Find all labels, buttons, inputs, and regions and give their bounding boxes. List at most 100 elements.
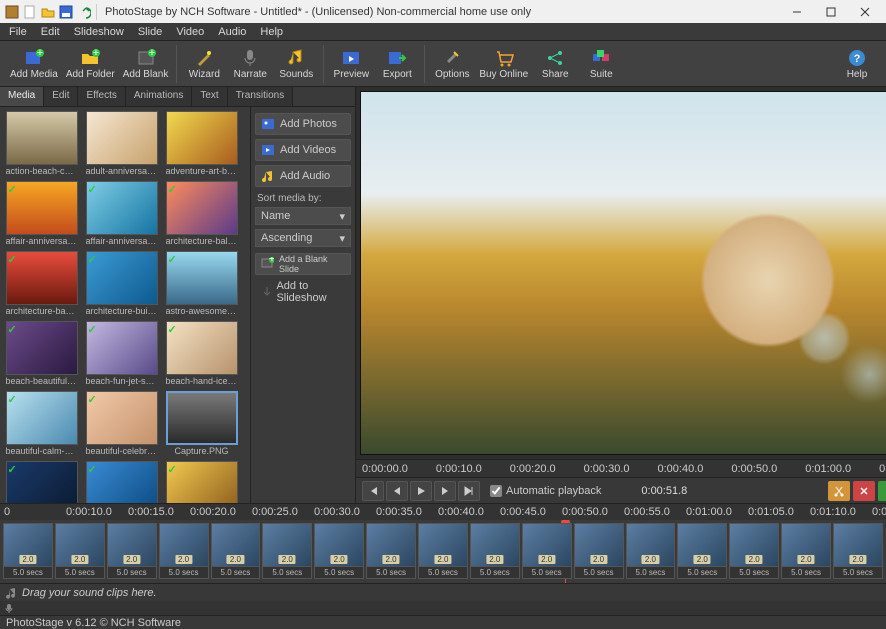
suite-button[interactable]: Suite xyxy=(578,43,624,85)
next-button[interactable] xyxy=(434,481,456,501)
timeline-clip[interactable]: 2.0 5.0 secs xyxy=(262,523,312,579)
media-thumbnail[interactable]: ✓beach-beautiful-bi... xyxy=(4,321,79,386)
media-thumbnail[interactable]: ✓architecture-ballo... xyxy=(164,181,239,246)
transition-tag[interactable]: 2.0 xyxy=(227,555,244,564)
sort-by-dropdown[interactable]: Name▾ xyxy=(255,207,351,225)
timeline-clip[interactable]: 2.0 5.0 secs xyxy=(522,523,572,579)
media-thumbnail[interactable]: adventure-art-ball... xyxy=(164,111,239,176)
menu-video[interactable]: Video xyxy=(169,24,211,40)
clip-duration[interactable]: 5.0 secs xyxy=(366,567,416,579)
timeline-ruler[interactable]: 00:00:10.00:00:15.00:00:20.00:00:25.00:0… xyxy=(0,504,886,520)
transition-tag[interactable]: 2.0 xyxy=(538,555,555,564)
transition-tag[interactable]: 2.0 xyxy=(383,555,400,564)
transition-tag[interactable]: 2.0 xyxy=(798,555,815,564)
tab-effects[interactable]: Effects xyxy=(78,87,125,106)
clip-duration[interactable]: 5.0 secs xyxy=(107,567,157,579)
transition-tag[interactable]: 2.0 xyxy=(434,555,451,564)
add-photos-button[interactable]: Add Photos xyxy=(255,113,351,135)
menu-slideshow[interactable]: Slideshow xyxy=(67,24,131,40)
timeline-clip[interactable]: 2.0 5.0 secs xyxy=(781,523,831,579)
delete-button[interactable] xyxy=(853,481,875,501)
menu-help[interactable]: Help xyxy=(253,24,290,40)
sounds-button[interactable]: Sounds xyxy=(273,43,319,85)
clip-duration[interactable]: 5.0 secs xyxy=(159,567,209,579)
clip-duration[interactable]: 5.0 secs xyxy=(262,567,312,579)
transition-tag[interactable]: 2.0 xyxy=(486,555,503,564)
media-thumbnail[interactable]: ✓architecture-barg... xyxy=(4,251,79,316)
transition-tag[interactable]: 2.0 xyxy=(590,555,607,564)
undo-icon[interactable] xyxy=(76,4,92,20)
skip-end-button[interactable] xyxy=(458,481,480,501)
clip-duration[interactable]: 5.0 secs xyxy=(781,567,831,579)
clip-duration[interactable]: 5.0 secs xyxy=(729,567,779,579)
tab-media[interactable]: Media xyxy=(0,87,44,106)
clip-duration[interactable]: 5.0 secs xyxy=(211,567,261,579)
narration-track[interactable] xyxy=(0,601,886,615)
timeline-clip[interactable]: 2.0 5.0 secs xyxy=(211,523,261,579)
save-icon[interactable] xyxy=(58,4,74,20)
tab-transitions[interactable]: Transitions xyxy=(228,87,294,106)
play-button[interactable] xyxy=(410,481,432,501)
transition-tag[interactable]: 2.0 xyxy=(331,555,348,564)
tab-edit[interactable]: Edit xyxy=(44,87,78,106)
timeline-clip[interactable]: 2.0 5.0 secs xyxy=(159,523,209,579)
transition-tag[interactable]: 2.0 xyxy=(746,555,763,564)
transition-tag[interactable]: 2.0 xyxy=(642,555,659,564)
menu-file[interactable]: File xyxy=(2,24,34,40)
prev-button[interactable] xyxy=(386,481,408,501)
minimize-button[interactable] xyxy=(780,1,814,23)
skip-start-button[interactable] xyxy=(362,481,384,501)
media-thumbnail[interactable]: action-beach-care... xyxy=(4,111,79,176)
tab-animations[interactable]: Animations xyxy=(126,87,192,106)
media-thumbnail[interactable]: ✓cosmos-dark-eveni... xyxy=(4,461,79,503)
timeline-clips[interactable]: 2.0 5.0 secs 2.0 5.0 secs 2.0 5.0 secs 2.0 5.0 … xyxy=(0,520,886,583)
timeline-clip[interactable]: 2.0 5.0 secs xyxy=(366,523,416,579)
timeline-clip[interactable]: 2.0 5.0 secs xyxy=(314,523,364,579)
clip-duration[interactable]: 5.0 secs xyxy=(470,567,520,579)
add-blank-slide-button[interactable]: +Add a Blank Slide xyxy=(255,253,351,275)
transition-tag[interactable]: 2.0 xyxy=(123,555,140,564)
clip-duration[interactable]: 5.0 secs xyxy=(314,567,364,579)
media-thumbnail[interactable]: ✓beach-hand-ice-cr... xyxy=(164,321,239,386)
share-button[interactable]: Share xyxy=(532,43,578,85)
add-videos-button[interactable]: Add Videos xyxy=(255,139,351,161)
transition-tag[interactable]: 2.0 xyxy=(694,555,711,564)
add-blank-button[interactable]: +Add Blank xyxy=(119,43,173,85)
clip-duration[interactable]: 5.0 secs xyxy=(3,567,53,579)
transition-tag[interactable]: 2.0 xyxy=(19,555,36,564)
media-thumbnail[interactable]: Capture.PNG xyxy=(164,391,239,456)
clip-duration[interactable]: 5.0 secs xyxy=(677,567,727,579)
maximize-button[interactable] xyxy=(814,1,848,23)
export-button[interactable]: Export xyxy=(374,43,420,85)
media-thumbnail[interactable]: ✓hotel-leisure-palm-... xyxy=(164,461,239,503)
timeline-clip[interactable]: 2.05.0 secs xyxy=(626,523,676,579)
media-thumbnail[interactable]: ✓holiday-hotel-las-v... xyxy=(84,461,159,503)
tab-text[interactable]: Text xyxy=(192,87,227,106)
options-button[interactable]: Options xyxy=(429,43,475,85)
menu-slide[interactable]: Slide xyxy=(131,24,169,40)
media-thumbnail[interactable]: ✓architecture-buildi... xyxy=(84,251,159,316)
new-icon[interactable] xyxy=(22,4,38,20)
transition-tag[interactable]: 2.0 xyxy=(175,555,192,564)
media-thumbnail[interactable]: ✓beach-fun-jet-ski-... xyxy=(84,321,159,386)
media-thumbnail[interactable]: ✓affair-anniversary-... xyxy=(84,181,159,246)
clip-duration[interactable]: 5.0 secs xyxy=(833,567,883,579)
transition-tag[interactable]: 2.0 xyxy=(279,555,296,564)
transition-tag[interactable]: 2.0 xyxy=(71,555,88,564)
sound-track[interactable]: Drag your sound clips here. xyxy=(0,583,886,601)
menu-edit[interactable]: Edit xyxy=(34,24,67,40)
transition-tag[interactable]: 2.0 xyxy=(849,555,866,564)
clip-duration[interactable]: 5.0 secs xyxy=(574,567,624,579)
narrate-button[interactable]: Narrate xyxy=(227,43,273,85)
timeline-clip[interactable]: 2.0 5.0 secs xyxy=(677,523,727,579)
media-thumbnail[interactable]: ✓beautiful-calm-clo... xyxy=(4,391,79,456)
help-button[interactable]: ?Help xyxy=(834,43,880,85)
timeline-clip[interactable]: 2.0 5.0 secs xyxy=(729,523,779,579)
media-thumbnail[interactable]: ✓affair-anniversary... xyxy=(4,181,79,246)
add-media-button[interactable]: +Add Media xyxy=(6,43,62,85)
clip-duration[interactable]: 5.0 secs xyxy=(418,567,468,579)
timeline-clip[interactable]: 2.0 5.0 secs xyxy=(418,523,468,579)
media-thumbnail[interactable]: ✓astro-awesome-bl... xyxy=(164,251,239,316)
clip-duration[interactable]: 5.0 secs xyxy=(522,567,572,579)
close-button[interactable] xyxy=(848,1,882,23)
